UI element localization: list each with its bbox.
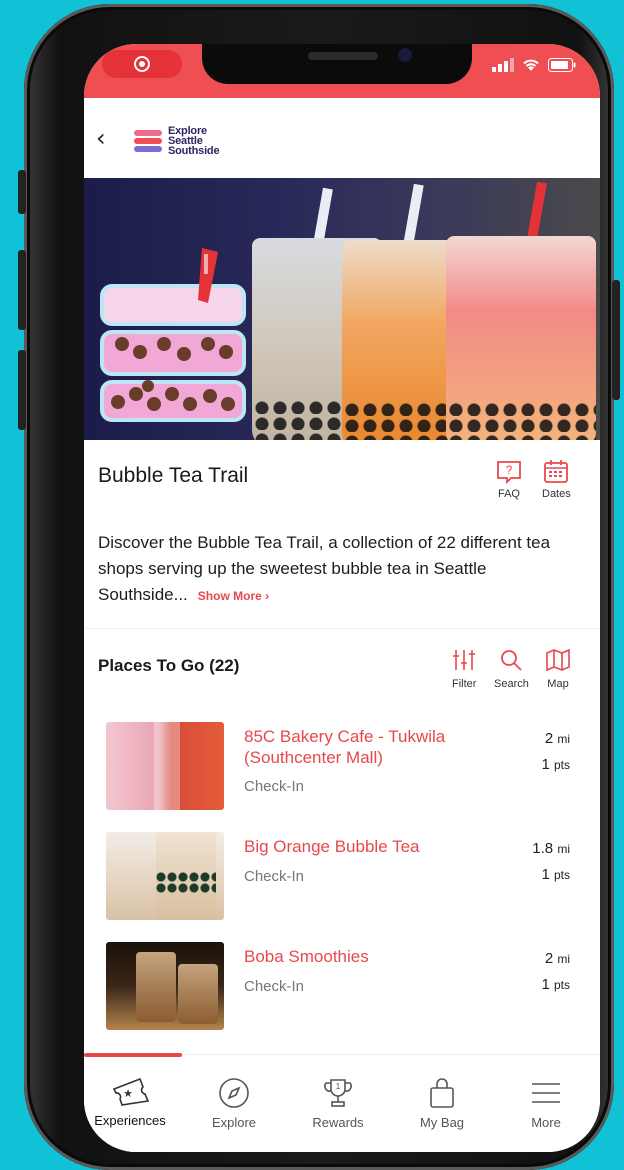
back-button[interactable]: ‹	[96, 124, 106, 152]
logo-mark	[134, 130, 162, 152]
tab-label: Rewards	[312, 1115, 364, 1130]
svg-text:?: ?	[506, 463, 513, 477]
places-heading: Places To Go (22)	[98, 656, 240, 675]
tab-label: My Bag	[419, 1115, 465, 1130]
search-label: Search	[494, 678, 529, 690]
faq-icon: ?	[497, 461, 521, 484]
bag-icon	[430, 1078, 454, 1108]
explore-seattle-southside-logo[interactable]: Explore Seattle Southside	[134, 125, 220, 157]
check-in-label[interactable]: Check-In	[244, 978, 304, 995]
camera	[398, 48, 412, 62]
svg-text:★: ★	[123, 1088, 133, 1100]
place-thumbnail	[106, 832, 224, 920]
search-button[interactable]: Search	[494, 648, 529, 690]
map-button[interactable]: Map	[546, 648, 570, 690]
active-tab-indicator	[84, 1053, 182, 1057]
strawberry-tea-cup	[446, 236, 596, 440]
bottom-tab-bar: ★ Experiences Explore 1 Rewards My Bag M…	[84, 1053, 600, 1152]
place-points: 1 pts	[541, 976, 570, 993]
mute-switch	[18, 170, 26, 214]
filter-label: Filter	[452, 678, 477, 690]
volume-down-button	[18, 350, 26, 430]
place-points: 1 pts	[541, 866, 570, 883]
filter-button[interactable]: Filter	[452, 648, 476, 690]
app-screen: ‹ Explore Seattle Southside Bubble Tea T…	[84, 44, 600, 1152]
description-text: Discover the Bubble Tea Trail, a collect…	[98, 533, 551, 604]
place-points: 1 pts	[541, 756, 570, 773]
place-list-item[interactable]: 85C Bakery Cafe - Tukwila (Southcenter M…	[106, 722, 586, 812]
menu-icon	[532, 1083, 560, 1103]
notch	[202, 44, 472, 84]
wifi-icon	[523, 59, 539, 71]
boba-tea-illustration-icon	[100, 248, 246, 422]
place-distance: 1.8 mi	[532, 840, 570, 857]
tab-more[interactable]: More	[496, 1077, 596, 1130]
tab-my-bag[interactable]: My Bag	[392, 1077, 492, 1130]
screen-recording-indicator	[102, 50, 182, 78]
speaker	[308, 52, 378, 60]
power-button	[612, 280, 620, 400]
faq-label: FAQ	[497, 488, 520, 500]
tab-label: Experiences	[94, 1113, 166, 1128]
compass-icon	[219, 1078, 249, 1108]
tab-rewards[interactable]: 1 Rewards	[288, 1077, 388, 1130]
place-name[interactable]: 85C Bakery Cafe - Tukwila (Southcenter M…	[244, 726, 494, 768]
status-icons	[492, 58, 576, 72]
tab-label: More	[531, 1115, 561, 1130]
trophy-icon: 1	[324, 1079, 352, 1107]
map-icon	[546, 648, 570, 672]
signal-icon	[492, 58, 514, 72]
place-thumbnail	[106, 722, 224, 810]
show-more-link[interactable]: Show More ›	[198, 589, 269, 603]
place-list-item[interactable]: Boba Smoothies Check-In 2 mi 1 pts	[106, 942, 586, 1032]
search-icon	[501, 650, 523, 671]
dates-label: Dates	[542, 488, 571, 500]
check-in-label[interactable]: Check-In	[244, 868, 304, 885]
svg-text:1: 1	[336, 1082, 341, 1091]
section-divider	[84, 628, 600, 629]
phone-frame: ‹ Explore Seattle Southside Bubble Tea T…	[18, 4, 620, 1170]
place-thumbnail	[106, 942, 224, 1030]
place-name[interactable]: Big Orange Bubble Tea	[244, 836, 494, 857]
status-bar	[84, 44, 600, 98]
logo-wordmark: Explore Seattle Southside	[168, 125, 220, 157]
trail-description: Discover the Bubble Tea Trail, a collect…	[98, 530, 578, 609]
check-in-label[interactable]: Check-In	[244, 778, 304, 795]
app-header: ‹ Explore Seattle Southside	[84, 98, 600, 178]
hero-image	[84, 178, 600, 440]
place-distance: 2 mi	[544, 950, 570, 967]
ticket-icon: ★	[112, 1077, 150, 1106]
tab-label: Explore	[211, 1115, 257, 1130]
record-icon	[134, 56, 150, 72]
tab-explore[interactable]: Explore	[184, 1077, 284, 1130]
place-list-item[interactable]: Big Orange Bubble Tea Check-In 1.8 mi 1 …	[106, 832, 586, 922]
calendar-icon	[544, 460, 569, 483]
volume-up-button	[18, 250, 26, 330]
filter-icon	[453, 650, 476, 670]
battery-icon	[548, 58, 576, 72]
place-name[interactable]: Boba Smoothies	[244, 946, 494, 967]
place-distance: 2 mi	[544, 730, 570, 747]
trail-title: Bubble Tea Trail	[98, 464, 249, 487]
dates-button[interactable]: Dates	[542, 460, 571, 500]
map-label: Map	[547, 678, 569, 690]
faq-button[interactable]: ? FAQ	[496, 460, 522, 500]
tab-experiences[interactable]: ★ Experiences	[84, 1077, 180, 1128]
